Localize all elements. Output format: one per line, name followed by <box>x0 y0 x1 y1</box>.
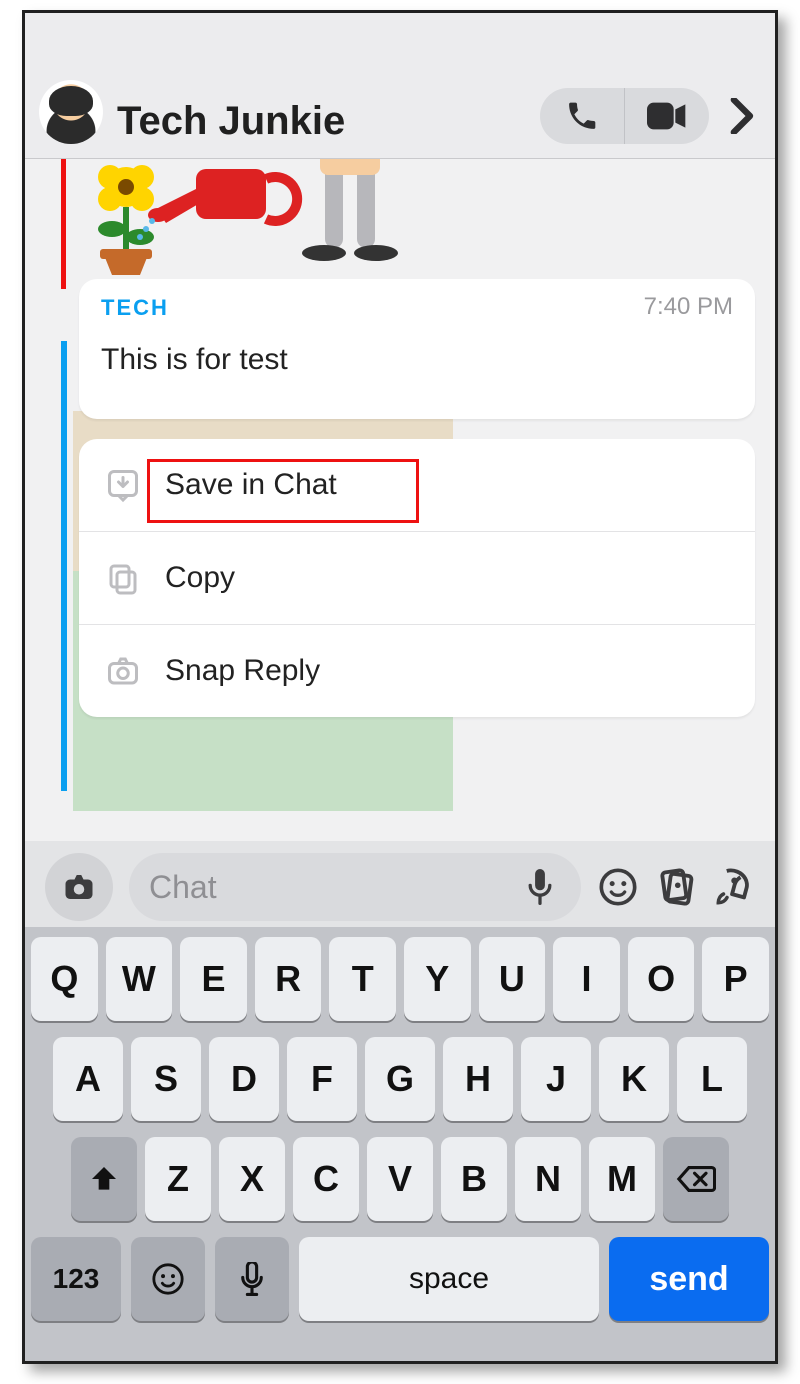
key-a[interactable]: A <box>53 1037 123 1121</box>
key-l[interactable]: L <box>677 1037 747 1121</box>
chat-header: Tech Junkie <box>25 13 775 159</box>
keyboard-row-1: Q W E R T Y U I O P <box>31 937 769 1021</box>
menu-snap-reply-label: Snap Reply <box>165 654 320 688</box>
chat-title[interactable]: Tech Junkie <box>117 99 345 144</box>
key-backspace[interactable] <box>663 1137 729 1221</box>
key-emoji[interactable] <box>131 1237 205 1321</box>
audio-call-button[interactable] <box>540 88 624 144</box>
key-d[interactable]: D <box>209 1037 279 1121</box>
key-z[interactable]: Z <box>145 1137 211 1221</box>
key-j[interactable]: J <box>521 1037 591 1121</box>
key-h[interactable]: H <box>443 1037 513 1121</box>
phone-icon <box>565 99 599 133</box>
menu-save-in-chat[interactable]: Save in Chat <box>79 439 755 531</box>
message-sender: TECH <box>101 295 733 321</box>
message-preview-card: TECH 7:40 PM This is for test <box>79 279 755 419</box>
key-send[interactable]: send <box>609 1237 769 1321</box>
sticker-button[interactable] <box>597 866 639 908</box>
key-m[interactable]: M <box>589 1137 655 1221</box>
smiley-icon <box>598 867 638 907</box>
key-i[interactable]: I <box>553 937 620 1021</box>
key-n[interactable]: N <box>515 1137 581 1221</box>
chat-details-button[interactable] <box>721 96 761 136</box>
key-t[interactable]: T <box>329 937 396 1021</box>
keyboard-row-3: Z X C V B N M <box>31 1137 769 1221</box>
key-v[interactable]: V <box>367 1137 433 1221</box>
key-p[interactable]: P <box>702 937 769 1021</box>
shift-icon <box>88 1163 120 1195</box>
key-e[interactable]: E <box>180 937 247 1021</box>
backspace-icon <box>676 1164 716 1194</box>
camera-fill-icon <box>61 869 97 905</box>
key-b[interactable]: B <box>441 1137 507 1221</box>
menu-copy-label: Copy <box>165 561 235 595</box>
mic-icon <box>527 869 553 905</box>
save-icon <box>105 467 141 503</box>
mic-button[interactable] <box>519 866 561 908</box>
key-s[interactable]: S <box>131 1037 201 1121</box>
call-buttons <box>540 88 709 144</box>
camera-icon <box>105 653 141 689</box>
key-shift[interactable] <box>71 1137 137 1221</box>
rocket-icon <box>713 866 755 908</box>
menu-save-label: Save in Chat <box>165 468 337 502</box>
video-icon <box>647 102 687 130</box>
key-x[interactable]: X <box>219 1137 285 1221</box>
memories-button[interactable] <box>655 866 697 908</box>
key-k[interactable]: K <box>599 1037 669 1121</box>
video-call-button[interactable] <box>625 88 709 144</box>
keyboard-row-4: 123 space send <box>31 1237 769 1321</box>
key-y[interactable]: Y <box>404 937 471 1021</box>
key-c[interactable]: C <box>293 1137 359 1221</box>
message-time: 7:40 PM <box>644 293 733 321</box>
input-bar: Chat <box>25 841 775 933</box>
key-r[interactable]: R <box>255 937 322 1021</box>
chevron-right-icon <box>728 98 754 134</box>
camera-button[interactable] <box>45 853 113 921</box>
copy-icon <box>105 560 141 596</box>
message-thread-indicator <box>61 341 67 791</box>
key-q[interactable]: Q <box>31 937 98 1021</box>
emoji-icon <box>151 1262 185 1296</box>
chat-placeholder: Chat <box>149 869 217 906</box>
rocket-button[interactable] <box>713 866 755 908</box>
key-u[interactable]: U <box>479 937 546 1021</box>
key-space[interactable]: space <box>299 1237 599 1321</box>
menu-snap-reply[interactable]: Snap Reply <box>79 624 755 717</box>
key-w[interactable]: W <box>106 937 173 1021</box>
keyboard-row-2: A S D F G H J K L <box>31 1037 769 1121</box>
header-actions <box>540 88 761 144</box>
key-g[interactable]: G <box>365 1037 435 1121</box>
key-123[interactable]: 123 <box>31 1237 121 1321</box>
app-frame: TECH JU NKI E Tech Junkie <box>22 10 778 1364</box>
mic-icon <box>240 1262 264 1296</box>
key-o[interactable]: O <box>628 937 695 1021</box>
menu-copy[interactable]: Copy <box>79 531 755 624</box>
keyboard: Q W E R T Y U I O P A S D F G H J K L Z <box>25 927 775 1361</box>
cards-icon <box>655 866 697 908</box>
chat-area: TECH 7:40 PM This is for test Save in Ch… <box>25 159 775 841</box>
key-f[interactable]: F <box>287 1037 357 1121</box>
context-menu: Save in Chat Copy Snap Reply <box>79 439 755 717</box>
chat-input[interactable]: Chat <box>129 853 581 921</box>
bitmoji-sticker[interactable] <box>61 159 431 289</box>
key-dictation[interactable] <box>215 1237 289 1321</box>
message-text: This is for test <box>101 343 733 377</box>
avatar[interactable] <box>39 80 103 144</box>
